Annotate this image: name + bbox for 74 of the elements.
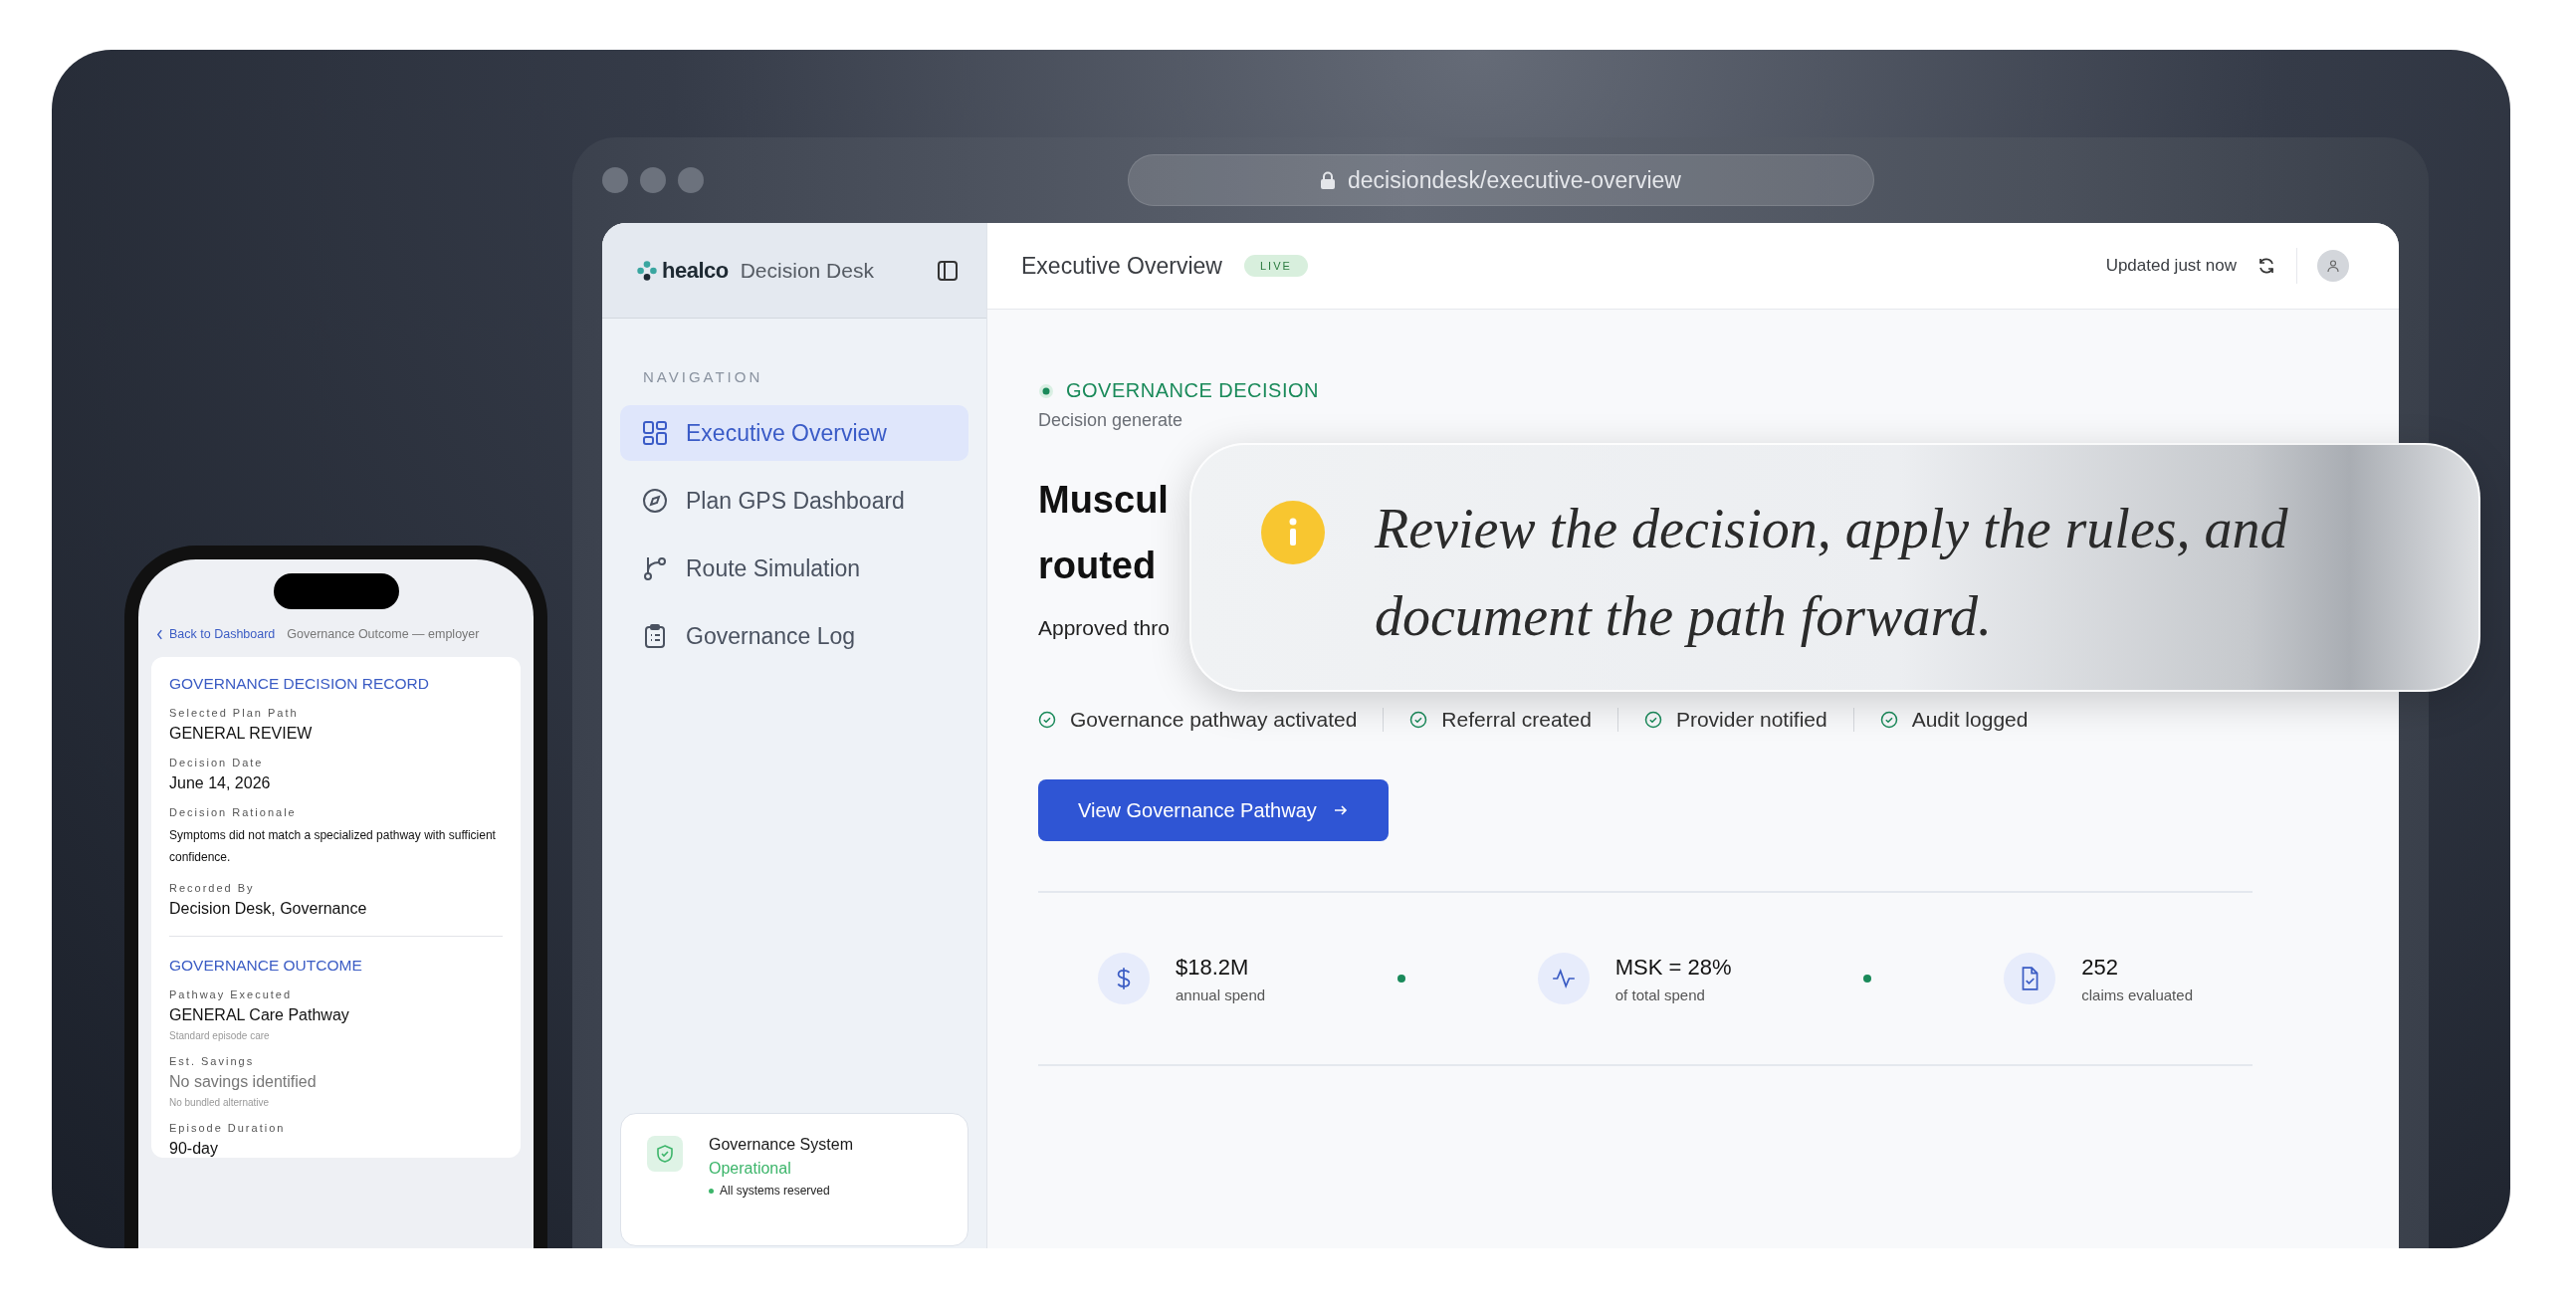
field-value: Decision Desk, Governance: [169, 900, 368, 918]
check-circle-icon: [1409, 711, 1428, 729]
nav-item[interactable]: Plan GPS Dashboard: [620, 473, 968, 529]
field-label: Decision Date: [169, 757, 265, 768]
section-label: NAVIGATION: [642, 368, 764, 385]
callout-text: Review the decision, apply the rules, and document the path forward.: [1375, 497, 2289, 649]
check-circle-icon: [1038, 711, 1056, 729]
lock-icon: [1320, 171, 1337, 189]
section-eyebrow: GOVERNANCE DECISION: [1066, 379, 1319, 402]
separator-dot-icon: [1863, 975, 1872, 983]
check-circle-icon: [1643, 711, 1662, 729]
status-dot-icon: [709, 1188, 714, 1194]
field-label: Est. Savings: [169, 1055, 256, 1067]
back-link[interactable]: Back to Dashboard: [156, 627, 276, 641]
updated-text: Updated just now: [2105, 256, 2237, 276]
field-value: Symptoms did not match a specialized pathway with sufficient confidence.: [169, 827, 497, 866]
view-pathway-button[interactable]: View Governance Pathway: [1038, 779, 1389, 841]
refresh-icon[interactable]: [2256, 256, 2276, 276]
logo-icon: [636, 259, 658, 282]
field-note: Standard episode care: [169, 1030, 271, 1041]
compass-icon: [642, 488, 668, 514]
product-name: Decision Desk: [740, 258, 874, 283]
nav-item[interactable]: Route Simulation: [620, 541, 968, 596]
stat-label: annual spend: [1176, 986, 1266, 1003]
field-value: No savings identified: [169, 1073, 318, 1091]
address-bar[interactable]: decisiondesk/executive-overview: [1127, 154, 1874, 206]
check-circle-icon: [1879, 711, 1898, 729]
window-control-icon[interactable]: [678, 167, 704, 193]
decision-meta: Decision generate: [1038, 410, 1183, 430]
status-note: All systems reserved: [720, 1184, 830, 1198]
branch-icon: [642, 555, 668, 581]
stat-value: 252: [2081, 954, 2119, 981]
stat-value: MSK = 28%: [1614, 954, 1732, 981]
shield-icon: [647, 1136, 683, 1172]
status-dot-icon: [1038, 382, 1054, 399]
separator-dot-icon: [1396, 975, 1405, 983]
nav-item[interactable]: Executive Overview: [620, 405, 968, 461]
field-note: No bundled alternative: [169, 1097, 271, 1108]
breadcrumb-text: Governance Outcome — employer: [287, 627, 480, 641]
field-label: Episode Duration: [169, 1122, 287, 1134]
field-value: June 14, 2026: [169, 774, 272, 792]
section-title: GOVERNANCE DECISION RECORD: [169, 675, 430, 693]
status-title: Governance System: [709, 1136, 853, 1154]
decision-title: routed: [1038, 545, 1157, 586]
stat-value: $18.2M: [1176, 954, 1250, 981]
sidebar-toggle-icon[interactable]: [937, 259, 959, 282]
page-title: Executive Overview: [1021, 252, 1222, 280]
check-label: Governance pathway activated: [1070, 708, 1358, 732]
check-label: Audit logged: [1911, 708, 2029, 732]
field-label: Recorded By: [169, 882, 256, 894]
field-value: GENERAL REVIEW: [169, 725, 314, 743]
brand-name: healco: [662, 257, 729, 284]
decision-title: Muscul: [1038, 479, 1169, 521]
stat-label: of total spend: [1614, 986, 1706, 1003]
chevron-left-icon: [156, 628, 163, 640]
grid-icon: [642, 420, 668, 446]
window-control-icon[interactable]: [602, 167, 628, 193]
section-title: GOVERNANCE OUTCOME: [169, 957, 363, 975]
live-badge: LIVE: [1243, 255, 1308, 277]
check-label: Provider notified: [1675, 708, 1827, 732]
status-value: Operational: [709, 1160, 792, 1178]
field-label: Pathway Executed: [169, 988, 294, 1000]
decision-summary: Approved thro: [1038, 616, 1170, 639]
stat-label: claims evaluated: [2081, 986, 2193, 1003]
field-label: Decision Rationale: [169, 806, 298, 818]
info-icon: [1261, 501, 1325, 564]
nav-item[interactable]: Governance Log: [620, 608, 968, 664]
field-value: 90-day: [169, 1140, 219, 1158]
window-control-icon[interactable]: [640, 167, 666, 193]
field-label: Selected Plan Path: [169, 707, 300, 719]
avatar-icon[interactable]: [2317, 250, 2349, 282]
clipboard-icon: [642, 623, 668, 649]
field-value: GENERAL Care Pathway: [169, 1006, 350, 1024]
check-label: Referral created: [1441, 708, 1592, 732]
